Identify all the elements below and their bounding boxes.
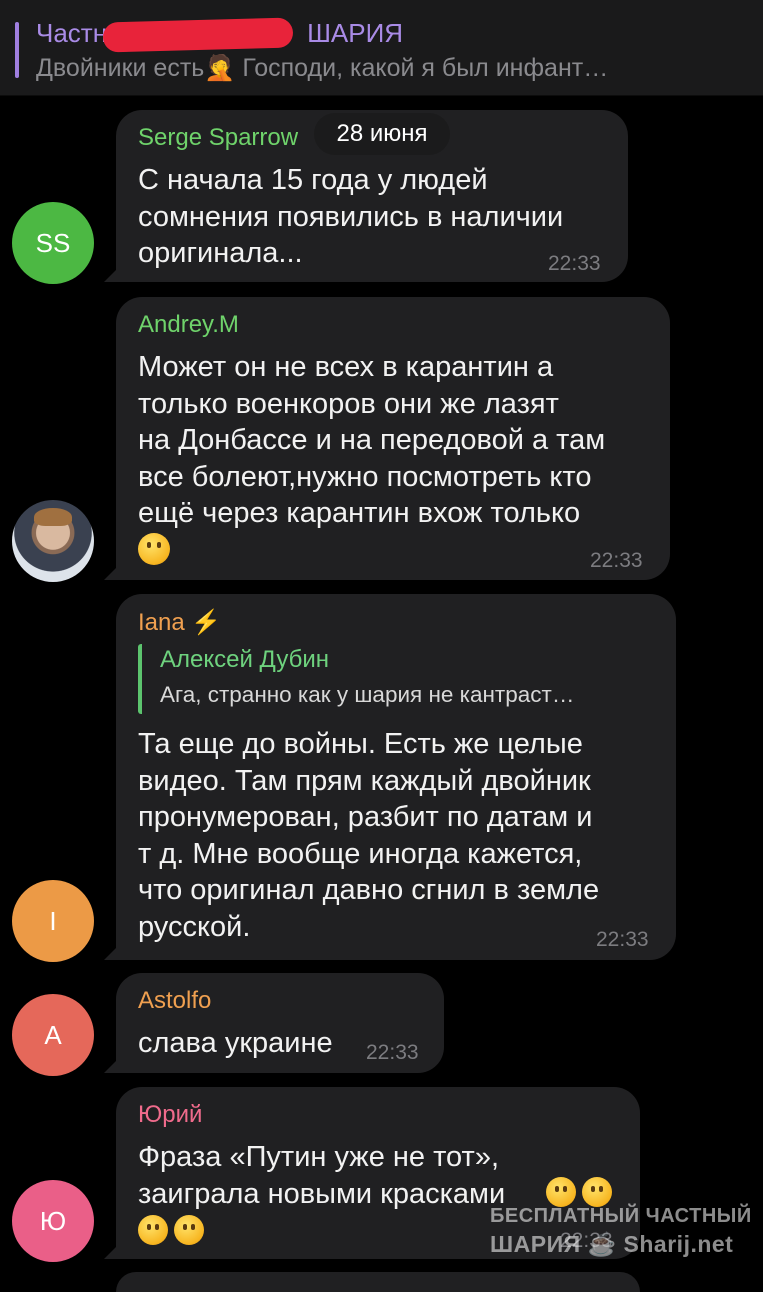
sender-name[interactable]: Andrey.M	[138, 311, 239, 339]
reply-text: Ага, странно как у шария не кантраст…	[160, 682, 575, 707]
message-bubble[interactable]: Astolfo слава украине 22:33	[104, 973, 444, 1073]
message-text: С начала 15 года у людей сомнения появил…	[138, 164, 564, 269]
bubble-tail	[104, 560, 124, 580]
message-text: слава украине	[138, 1027, 333, 1059]
watermark-line-2: ШАРИЯ ☕ Sharij.net	[490, 1231, 734, 1257]
sender-name[interactable]: Iana ⚡	[138, 608, 221, 637]
message-text: Фраза «Путин уже не тот», заиграла новым…	[138, 1141, 506, 1210]
reply-quote[interactable]: Алексей Дубин Ага, странно как у шария н…	[138, 644, 664, 714]
avatar-iana[interactable]: I	[12, 880, 94, 962]
bubble-tail	[104, 262, 124, 282]
reply-author: Алексей Дубин	[160, 646, 330, 673]
message-time: 22:33	[548, 252, 601, 275]
message-text: Может он не всех в карантин а только вое…	[138, 351, 606, 529]
sender-name[interactable]: Юрий	[138, 1101, 202, 1129]
next-message-bubble[interactable]	[116, 1272, 640, 1292]
avatar-initials: I	[49, 905, 57, 936]
avatar-initials: Ю	[39, 1205, 67, 1236]
avatar-initials: SS	[35, 227, 71, 258]
bubble-tail	[104, 1053, 124, 1073]
avatar-ss[interactable]: SS	[12, 202, 94, 284]
pinned-title-right: ШАРИЯ	[307, 18, 404, 48]
avatar-yuriy[interactable]: Ю	[12, 1180, 94, 1262]
avatar-initials: A	[44, 1019, 62, 1050]
pinned-title-left: Частн	[36, 18, 108, 48]
bubble-tail	[104, 940, 124, 960]
hand-over-mouth-icon	[138, 1215, 168, 1245]
message-time: 22:33	[366, 1041, 419, 1064]
avatar-photo	[34, 508, 72, 526]
pinned-accent-bar	[15, 22, 19, 78]
hand-over-mouth-icon	[174, 1215, 204, 1245]
redaction-mark	[102, 17, 294, 53]
message-time: 22:33	[596, 928, 649, 951]
watermark-line-1: БЕСПЛАТНЫЙ ЧАСТНЫЙ	[490, 1205, 752, 1227]
message-bubble[interactable]: Iana ⚡ Алексей Дубин Ага, странно как у …	[104, 594, 676, 960]
message-time: 22:33	[590, 549, 643, 572]
bubble-tail	[104, 1239, 124, 1259]
pinned-preview-text: Двойники есть🤦 Господи, какой я был инфа…	[36, 54, 609, 82]
date-pill: 28 июня	[314, 113, 450, 155]
watermark: БЕСПЛАТНЫЙ ЧАСТНЫЙ ШАРИЯ ☕ Sharij.net	[490, 1202, 752, 1258]
sender-name[interactable]: Astolfo	[138, 987, 211, 1015]
message-text: Та еще до войны. Есть же целые видео. Та…	[138, 728, 600, 943]
message-bubble[interactable]: Andrey.M Может он не всех в карантин а т…	[104, 297, 670, 580]
thinking-face-icon	[138, 533, 170, 565]
sender-name[interactable]: Serge Sparrow	[138, 124, 298, 152]
avatar-astolfo[interactable]: A	[12, 994, 94, 1076]
avatar-andrey[interactable]	[12, 500, 94, 582]
pinned-message-bar[interactable]: Частн ШАРИЯ Двойники есть🤦 Господи, какой…	[0, 0, 763, 96]
